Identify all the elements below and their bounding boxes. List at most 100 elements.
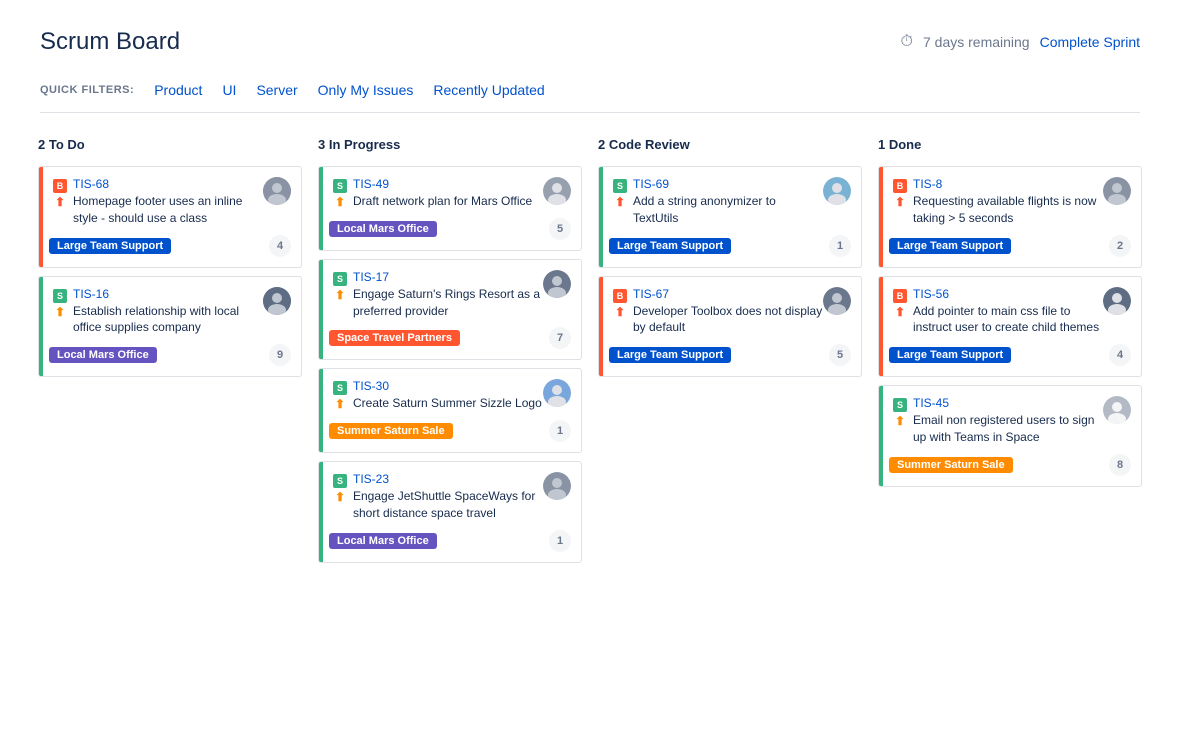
card-label[interactable]: Local Mars Office: [49, 347, 157, 363]
card-label[interactable]: Large Team Support: [49, 238, 171, 254]
card-inner: S ⬆ TIS-17 Engage Saturn's Rings Resort …: [319, 270, 571, 350]
card-tis-49[interactable]: S ⬆ TIS-49 Draft network plan for Mars O…: [318, 166, 582, 251]
issue-type-bug: B: [893, 179, 907, 193]
card-inner: S ⬆ TIS-49 Draft network plan for Mars O…: [319, 177, 571, 240]
card-indicators: B ⬆: [893, 289, 907, 319]
priority-icon: ⬆: [895, 305, 905, 319]
column-codereview-header: 2 Code Review: [598, 133, 862, 156]
card-info: TIS-49 Draft network plan for Mars Offic…: [353, 177, 532, 218]
column-todo-cards: B ⬆ TIS-68 Homepage footer uses an inlin…: [38, 166, 302, 377]
card-row: B ⬆ TIS-56 Add pointer to main css file …: [889, 287, 1103, 345]
card-label[interactable]: Space Travel Partners: [329, 330, 460, 346]
card-indicators: S ⬆: [333, 381, 347, 411]
card-info: TIS-8 Requesting available flights is no…: [913, 177, 1103, 235]
card-id: TIS-49: [353, 177, 532, 191]
card-tis-30[interactable]: S ⬆ TIS-30 Create Saturn Summer Sizzle L…: [318, 368, 582, 453]
card-id: TIS-69: [633, 177, 823, 191]
avatar: [1103, 177, 1131, 205]
card-tis-8[interactable]: B ⬆ TIS-8 Requesting available flights i…: [878, 166, 1142, 268]
avatar: [543, 472, 571, 500]
card-footer: Large Team Support 1: [609, 235, 851, 257]
card-tis-67[interactable]: B ⬆ TIS-67 Developer Toolbox does not di…: [598, 276, 862, 378]
card-inner: B ⬆ TIS-56 Add pointer to main css file …: [879, 287, 1131, 367]
card-row: S ⬆ TIS-49 Draft network plan for Mars O…: [329, 177, 532, 218]
column-inprogress-cards: S ⬆ TIS-49 Draft network plan for Mars O…: [318, 166, 582, 563]
card-label[interactable]: Local Mars Office: [329, 221, 437, 237]
card-label[interactable]: Large Team Support: [889, 238, 1011, 254]
card-label[interactable]: Summer Saturn Sale: [329, 423, 453, 439]
filter-only-my-issues[interactable]: Only My Issues: [310, 80, 422, 100]
card-tis-68[interactable]: B ⬆ TIS-68 Homepage footer uses an inlin…: [38, 166, 302, 268]
priority-icon: ⬆: [615, 305, 625, 319]
issue-type-story: S: [333, 474, 347, 488]
card-border: [319, 260, 323, 360]
card-title: Create Saturn Summer Sizzle Logo: [353, 395, 542, 412]
card-info: TIS-16 Establish relationship with local…: [73, 287, 263, 345]
card-info: TIS-30 Create Saturn Summer Sizzle Logo: [353, 379, 542, 420]
card-top: S ⬆ TIS-23 Engage JetShuttle SpaceWays f…: [329, 472, 571, 530]
filter-ui[interactable]: UI: [214, 80, 244, 100]
card-tis-56[interactable]: B ⬆ TIS-56 Add pointer to main css file …: [878, 276, 1142, 378]
priority-icon: ⬆: [335, 490, 345, 504]
card-title: Add pointer to main css file to instruct…: [913, 303, 1103, 337]
avatar: [1103, 396, 1131, 424]
card-row: B ⬆ TIS-67 Developer Toolbox does not di…: [609, 287, 823, 345]
days-remaining: 7 days remaining: [923, 34, 1030, 50]
card-row: S ⬆ TIS-69 Add a string anonymizer to Te…: [609, 177, 823, 235]
column-todo: 2 To Do B ⬆: [38, 133, 302, 377]
card-id: TIS-56: [913, 287, 1103, 301]
column-codereview-cards: S ⬆ TIS-69 Add a string anonymizer to Te…: [598, 166, 862, 377]
avatar: [263, 177, 291, 205]
card-inner: S ⬆ TIS-16 Establish relationship with l…: [39, 287, 291, 367]
card-label[interactable]: Local Mars Office: [329, 533, 437, 549]
card-footer: Large Team Support 5: [609, 344, 851, 366]
card-id: TIS-68: [73, 177, 263, 191]
card-label[interactable]: Summer Saturn Sale: [889, 457, 1013, 473]
card-indicators: S ⬆: [893, 398, 907, 428]
card-footer: Local Mars Office 1: [329, 530, 571, 552]
header-right: ⏱ 7 days remaining Complete Sprint: [901, 33, 1141, 51]
avatar: [543, 379, 571, 407]
avatar: [823, 287, 851, 315]
card-label[interactable]: Large Team Support: [889, 347, 1011, 363]
card-label[interactable]: Large Team Support: [609, 238, 731, 254]
card-label[interactable]: Large Team Support: [609, 347, 731, 363]
card-tis-17[interactable]: S ⬆ TIS-17 Engage Saturn's Rings Resort …: [318, 259, 582, 361]
card-tis-45[interactable]: S ⬆ TIS-45 Email non registered users to…: [878, 385, 1142, 487]
card-footer: Large Team Support 4: [889, 344, 1131, 366]
card-id: TIS-17: [353, 270, 543, 284]
card-count: 4: [1109, 344, 1131, 366]
header: Scrum Board ⏱ 7 days remaining Complete …: [0, 0, 1180, 72]
priority-icon: ⬆: [615, 195, 625, 209]
card-border: [39, 167, 43, 267]
column-done: 1 Done B ⬆: [878, 133, 1142, 487]
priority-icon: ⬆: [335, 288, 345, 302]
filters-label: QUICK FILTERS:: [40, 84, 134, 96]
complete-sprint-button[interactable]: Complete Sprint: [1040, 34, 1140, 50]
card-indicators: B ⬆: [53, 179, 67, 209]
card-tis-16[interactable]: S ⬆ TIS-16 Establish relationship with l…: [38, 276, 302, 378]
card-title: Homepage footer uses an inline style - s…: [73, 193, 263, 227]
card-top: B ⬆ TIS-67 Developer Toolbox does not di…: [609, 287, 851, 345]
filter-recently-updated[interactable]: Recently Updated: [425, 80, 552, 100]
card-top: S ⬆ TIS-17 Engage Saturn's Rings Resort …: [329, 270, 571, 328]
issue-type-story: S: [333, 272, 347, 286]
card-border: [39, 277, 43, 377]
card-inner: S ⬆ TIS-30 Create Saturn Summer Sizzle L…: [319, 379, 571, 442]
priority-icon: ⬆: [895, 414, 905, 428]
card-title: Email non registered users to sign up wi…: [913, 412, 1103, 446]
card-tis-69[interactable]: S ⬆ TIS-69 Add a string anonymizer to Te…: [598, 166, 862, 268]
priority-icon-medium: ⬆: [55, 305, 65, 319]
card-row: S ⬆ TIS-30 Create Saturn Summer Sizzle L…: [329, 379, 542, 420]
filter-server[interactable]: Server: [248, 80, 305, 100]
card-tis-23[interactable]: S ⬆ TIS-23 Engage JetShuttle SpaceWays f…: [318, 461, 582, 563]
priority-icon: ⬆: [895, 195, 905, 209]
card-border: [319, 462, 323, 562]
card-inner: S ⬆ TIS-69 Add a string anonymizer to Te…: [599, 177, 851, 257]
column-todo-header: 2 To Do: [38, 133, 302, 156]
filter-product[interactable]: Product: [146, 80, 210, 100]
card-footer: Summer Saturn Sale 8: [889, 454, 1131, 476]
card-row: B ⬆ TIS-68 Homepage footer uses an inlin…: [49, 177, 263, 235]
card-title: Establish relationship with local office…: [73, 303, 263, 337]
priority-icon: ⬆: [335, 397, 345, 411]
